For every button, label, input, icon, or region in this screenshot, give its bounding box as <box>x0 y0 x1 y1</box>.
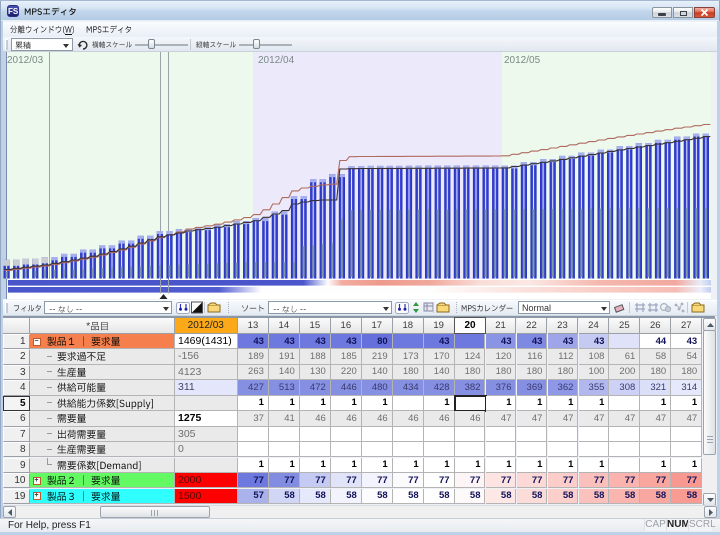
svg-text:2012/03: 2012/03 <box>7 55 44 66</box>
svg-text:2012/04: 2012/04 <box>258 55 295 66</box>
svg-text:2012/05: 2012/05 <box>504 55 541 66</box>
